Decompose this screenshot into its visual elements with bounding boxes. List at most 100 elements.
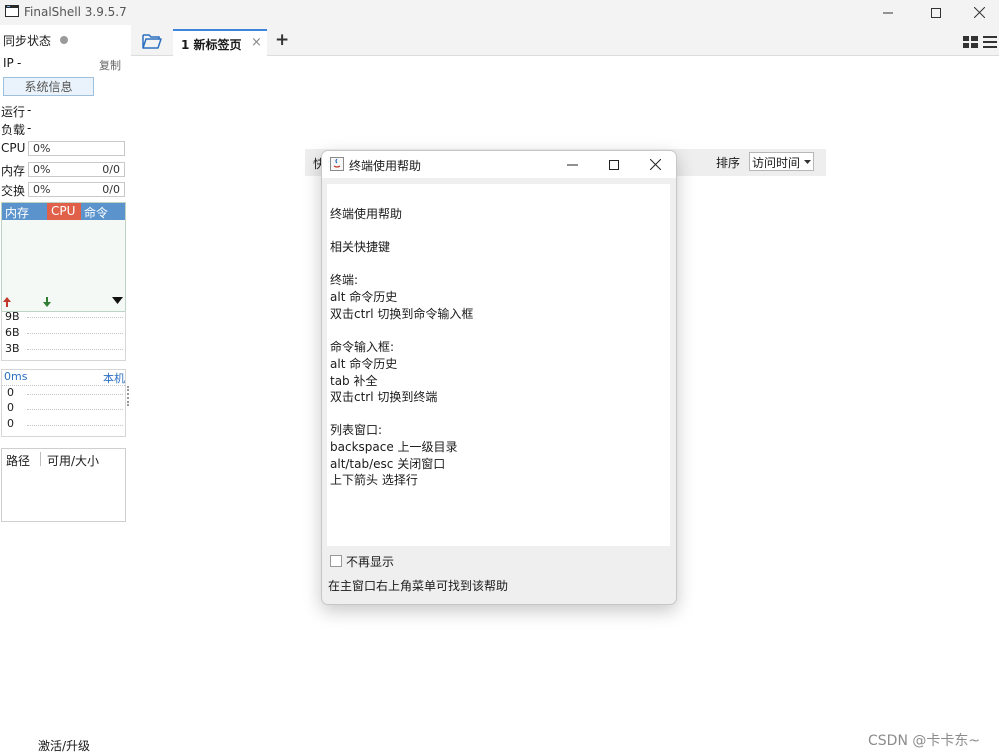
activate-upgrade-link[interactable]: 激活/升级 [38, 737, 90, 754]
chevron-down-icon [804, 160, 811, 164]
help-line: 上下箭头 选择行 [330, 473, 418, 487]
close-icon [973, 7, 985, 18]
sync-status-label: 同步状态 [3, 34, 52, 48]
help-line: alt/tab/esc 关闭窗口 [330, 457, 446, 471]
grid-view-icon[interactable] [963, 36, 978, 48]
maximize-button[interactable] [914, 0, 958, 25]
net-gridline [27, 317, 123, 318]
net-tick-2: 3B [5, 342, 20, 355]
dialog-minimize-button[interactable] [552, 151, 592, 178]
ping-gridline [27, 425, 123, 426]
app-title: FinalShell 3.9.5.7 [24, 5, 127, 19]
swap-meter-extra: 0/0 [102, 183, 120, 196]
copy-ip-link[interactable]: 复制 [99, 57, 121, 73]
maximize-icon [609, 159, 619, 170]
swap-meter-label: 交换 [1, 184, 26, 198]
memory-meter-value: 0% [33, 163, 51, 176]
ping-separator [2, 385, 125, 386]
uptime-value: - [27, 103, 32, 117]
system-info-button[interactable]: 系统信息 [3, 77, 94, 96]
net-tick-0: 9B [5, 310, 20, 323]
ip-label: IP [3, 56, 14, 70]
swap-meter-value: 0% [33, 183, 51, 196]
ping-gridline [27, 394, 123, 395]
sort-select[interactable]: 访问时间 [749, 152, 814, 171]
help-line: 相关快捷键 [330, 240, 391, 254]
swap-meter: 0% 0/0 [28, 182, 125, 197]
sync-status-dot [60, 36, 68, 44]
disk-col-divider [40, 452, 41, 466]
upload-arrow-icon [3, 297, 11, 307]
folder-open-icon[interactable] [142, 33, 162, 49]
terminal-app-icon [5, 5, 19, 17]
close-window-button[interactable] [957, 0, 999, 25]
proc-col-command[interactable]: 命令 [84, 204, 108, 221]
minimize-icon [566, 164, 578, 166]
dialog-title: 终端使用帮助 [349, 159, 422, 173]
ping-value-1: 0 [7, 401, 14, 414]
window-title-bar: FinalShell 3.9.5.7 [0, 0, 999, 25]
memory-meter: 0% 0/0 [28, 162, 125, 177]
process-table-header: 内存 CPU 命令 [2, 203, 125, 220]
java-app-icon [330, 157, 344, 171]
ip-value: - [17, 56, 22, 70]
net-gridline [27, 333, 123, 334]
help-line: 命令输入框: [330, 340, 395, 354]
ping-value-0: 0 [7, 386, 14, 399]
menu-icon[interactable] [983, 36, 997, 48]
help-line: 双击ctrl 切换到终端 [330, 390, 438, 404]
help-line: alt 命令历史 [330, 290, 398, 304]
close-icon [649, 159, 661, 170]
minimize-button[interactable] [866, 0, 910, 25]
dont-show-again-checkbox[interactable] [330, 555, 342, 567]
dialog-maximize-button[interactable] [594, 151, 634, 178]
help-dialog: 终端使用帮助 终端使用帮助 相关快捷键 终端: alt 命令历史 双击ctrl … [321, 150, 677, 605]
sort-label: 排序 [716, 156, 741, 170]
cpu-meter-label: CPU [1, 141, 26, 155]
tab-new-tab[interactable]: 1 新标签页 × [173, 29, 267, 56]
add-tab-icon[interactable]: + [275, 30, 289, 50]
maximize-icon [931, 7, 941, 18]
help-line: 终端使用帮助 [330, 207, 403, 221]
watermark: CSDN @卡卡东~ [868, 733, 981, 749]
help-line: 列表窗口: [330, 423, 383, 437]
help-line: backspace 上一级目录 [330, 440, 458, 454]
download-arrow-icon [43, 297, 51, 307]
proc-col-cpu[interactable]: CPU [51, 204, 75, 218]
uptime-label: 运行 [1, 105, 26, 119]
dialog-title-bar[interactable]: 终端使用帮助 [322, 151, 676, 178]
net-tick-1: 6B [5, 326, 20, 339]
dialog-close-button[interactable] [635, 151, 675, 178]
net-gridline [27, 349, 123, 350]
disk-col-available-size[interactable]: 可用/大小 [47, 452, 99, 469]
dont-show-again-label[interactable]: 不再显示 [346, 553, 394, 570]
help-text-area[interactable]: 终端使用帮助 相关快捷键 终端: alt 命令历史 双击ctrl 切换到命令输入… [327, 184, 670, 546]
memory-meter-extra: 0/0 [102, 163, 120, 176]
ping-gridline [27, 409, 123, 410]
disk-col-path[interactable]: 路径 [6, 452, 30, 469]
load-value: - [27, 121, 32, 135]
host-label[interactable]: 本机 [103, 370, 125, 386]
tab-close-icon[interactable]: × [251, 35, 262, 50]
help-line: 终端: [330, 273, 359, 287]
sort-select-value: 访问时间 [752, 156, 801, 170]
tab-bar: 1 新标签页 × + [131, 25, 999, 56]
proc-col-memory[interactable]: 内存 [5, 204, 29, 221]
load-label: 负载 [1, 123, 26, 137]
sidebar: 同步状态 IP - 复制 系统信息 运行 - 负载 - CPU 0% 内存 0%… [0, 25, 132, 756]
dialog-footer-text: 在主窗口右上角菜单可找到该帮助 [328, 579, 509, 593]
help-line: 双击ctrl 切换到命令输入框 [330, 307, 474, 321]
memory-meter-label: 内存 [1, 164, 26, 178]
tab-label: 1 新标签页 [181, 38, 242, 52]
minimize-icon [883, 12, 893, 13]
ping-chart: 0ms 本机 0 0 0 [1, 369, 126, 437]
ping-label: 0ms [4, 370, 28, 383]
network-interface-dropdown-icon[interactable] [112, 297, 123, 305]
help-line: alt 命令历史 [330, 357, 398, 371]
disk-table[interactable]: 路径 可用/大小 [1, 448, 126, 522]
ping-value-2: 0 [7, 417, 14, 430]
help-line: tab 补全 [330, 374, 378, 388]
cpu-meter: 0% [28, 141, 125, 156]
process-table[interactable]: 内存 CPU 命令 [1, 202, 126, 312]
network-chart: 9B 6B 3B [1, 310, 126, 361]
